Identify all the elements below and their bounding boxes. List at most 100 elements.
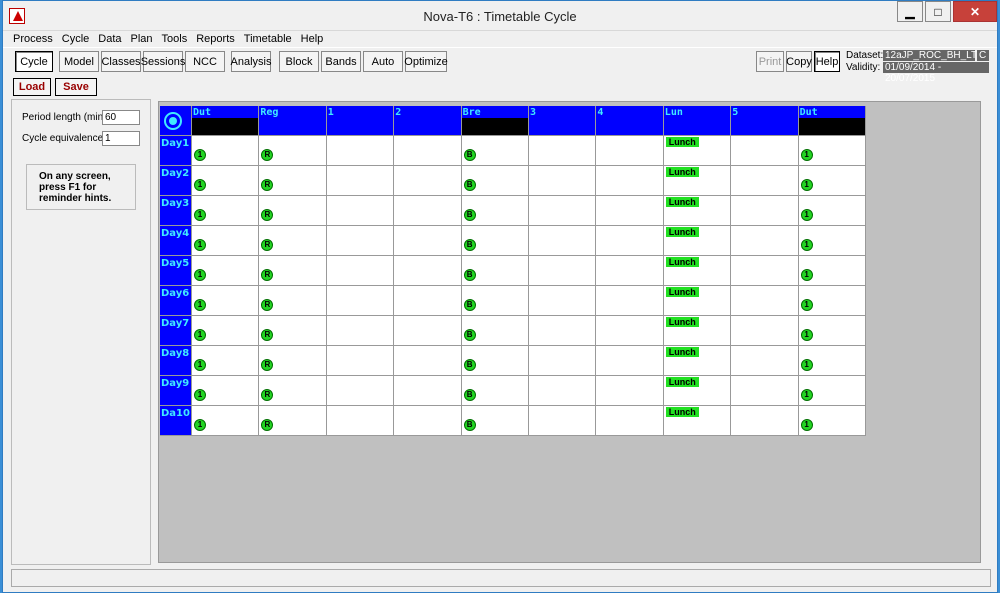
timetable-cell[interactable] <box>394 166 462 196</box>
cycle-equivalence-input[interactable]: 1 <box>102 131 140 146</box>
timetable-cell[interactable]: 1 <box>192 226 260 256</box>
timetable-cell[interactable] <box>326 316 395 346</box>
day-row-header[interactable]: Day5 <box>160 256 192 286</box>
timetable-cell[interactable]: 1 <box>192 376 260 406</box>
column-header[interactable]: Dut <box>192 106 260 136</box>
timetable-cell[interactable]: B <box>461 166 529 196</box>
day-row-header[interactable]: Day3 <box>160 196 192 226</box>
ncc-button[interactable]: NCC <box>185 51 225 72</box>
day-row-header[interactable]: Day8 <box>160 346 192 376</box>
timetable-cell[interactable] <box>529 286 597 316</box>
column-header[interactable]: 2 <box>394 106 462 136</box>
timetable-cell[interactable]: R <box>259 406 327 436</box>
timetable-cell[interactable] <box>394 316 462 346</box>
timetable-cell[interactable] <box>394 256 462 286</box>
timetable-cell[interactable]: 1 <box>798 286 866 316</box>
timetable-cell[interactable] <box>731 316 799 346</box>
menu-cycle[interactable]: Cycle <box>62 33 90 45</box>
column-header[interactable]: 3 <box>529 106 597 136</box>
timetable-cell[interactable]: R <box>259 286 327 316</box>
timetable-cell[interactable]: 1 <box>192 256 260 286</box>
maximize-button[interactable]: □ <box>925 1 951 22</box>
menu-help[interactable]: Help <box>301 33 324 45</box>
timetable-cell[interactable]: 1 <box>192 166 260 196</box>
timetable-cell[interactable]: Lunch <box>663 256 732 286</box>
timetable-cell[interactable] <box>394 136 462 166</box>
timetable-cell[interactable]: 1 <box>192 136 260 166</box>
timetable-cell[interactable]: B <box>461 226 529 256</box>
timetable-cell[interactable]: Lunch <box>663 286 732 316</box>
timetable-cell[interactable] <box>394 376 462 406</box>
timetable-cell[interactable] <box>731 376 799 406</box>
menu-reports[interactable]: Reports <box>196 33 235 45</box>
timetable-cell[interactable]: 1 <box>192 196 260 226</box>
timetable-cell[interactable] <box>596 226 664 256</box>
timetable-cell[interactable] <box>326 136 395 166</box>
timetable-cell[interactable] <box>731 136 799 166</box>
timetable-cell[interactable] <box>731 196 799 226</box>
timetable-cell[interactable]: B <box>461 376 529 406</box>
timetable-cell[interactable]: 1 <box>798 406 866 436</box>
timetable-cell[interactable] <box>596 196 664 226</box>
timetable-cell[interactable] <box>731 406 799 436</box>
timetable-cell[interactable] <box>326 376 395 406</box>
timetable-cell[interactable]: B <box>461 346 529 376</box>
timetable-cell[interactable]: B <box>461 196 529 226</box>
timetable-cell[interactable]: R <box>259 376 327 406</box>
day-row-header[interactable]: Day1 <box>160 136 192 166</box>
menu-data[interactable]: Data <box>98 33 121 45</box>
timetable-cell[interactable] <box>731 166 799 196</box>
period-length-input[interactable]: 60 <box>102 110 140 125</box>
timetable-cell[interactable] <box>529 256 597 286</box>
timetable-cell[interactable]: 1 <box>798 256 866 286</box>
timetable-cell[interactable] <box>529 406 597 436</box>
timetable-cell[interactable] <box>596 136 664 166</box>
timetable-cell[interactable] <box>326 196 395 226</box>
timetable-cell[interactable] <box>596 166 664 196</box>
day-row-header[interactable]: Day7 <box>160 316 192 346</box>
timetable-cell[interactable] <box>394 196 462 226</box>
day-row-header[interactable]: Day6 <box>160 286 192 316</box>
timetable-cell[interactable]: 1 <box>798 346 866 376</box>
column-header[interactable]: Reg <box>259 106 327 136</box>
menu-timetable[interactable]: Timetable <box>244 33 292 45</box>
print-button[interactable]: Print <box>756 51 784 72</box>
classes-button[interactable]: Classes <box>101 51 141 72</box>
timetable-cell[interactable]: Lunch <box>663 136 732 166</box>
timetable-cell[interactable]: 1 <box>798 316 866 346</box>
timetable-cell[interactable] <box>529 196 597 226</box>
column-header[interactable]: 4 <box>596 106 664 136</box>
timetable-cell[interactable]: Lunch <box>663 346 732 376</box>
timetable-cell[interactable] <box>326 226 395 256</box>
timetable-cell[interactable]: Lunch <box>663 196 732 226</box>
timetable-cell[interactable] <box>596 256 664 286</box>
load-button[interactable]: Load <box>13 78 51 96</box>
timetable-cell[interactable]: 1 <box>798 226 866 256</box>
timetable-cell[interactable] <box>596 406 664 436</box>
timetable-cell[interactable] <box>326 346 395 376</box>
timetable-cell[interactable]: Lunch <box>663 226 732 256</box>
timetable-cell[interactable]: B <box>461 316 529 346</box>
timetable-cell[interactable] <box>731 226 799 256</box>
minimize-button[interactable]: ▁ <box>897 1 923 22</box>
title-bar[interactable]: Nova-T6 : Timetable Cycle ▁ □ ✕ <box>3 1 997 31</box>
timetable-cell[interactable]: R <box>259 316 327 346</box>
timetable-cell[interactable] <box>596 316 664 346</box>
timetable-cell[interactable] <box>529 226 597 256</box>
help-button[interactable]: Help <box>814 51 840 72</box>
day-row-header[interactable]: Day2 <box>160 166 192 196</box>
timetable-cell[interactable]: 1 <box>192 406 260 436</box>
timetable-cell[interactable]: R <box>259 346 327 376</box>
day-row-header[interactable]: Day9 <box>160 376 192 406</box>
timetable-cell[interactable] <box>529 166 597 196</box>
close-button[interactable]: ✕ <box>953 1 997 22</box>
timetable-cell[interactable] <box>326 166 395 196</box>
timetable-cell[interactable]: R <box>259 166 327 196</box>
menu-process[interactable]: Process <box>13 33 53 45</box>
timetable-cell[interactable]: Lunch <box>663 406 732 436</box>
timetable-cell[interactable] <box>529 136 597 166</box>
timetable-cell[interactable]: B <box>461 136 529 166</box>
timetable-cell[interactable]: R <box>259 196 327 226</box>
column-header[interactable]: Bre <box>461 106 529 136</box>
timetable-cell[interactable] <box>596 376 664 406</box>
